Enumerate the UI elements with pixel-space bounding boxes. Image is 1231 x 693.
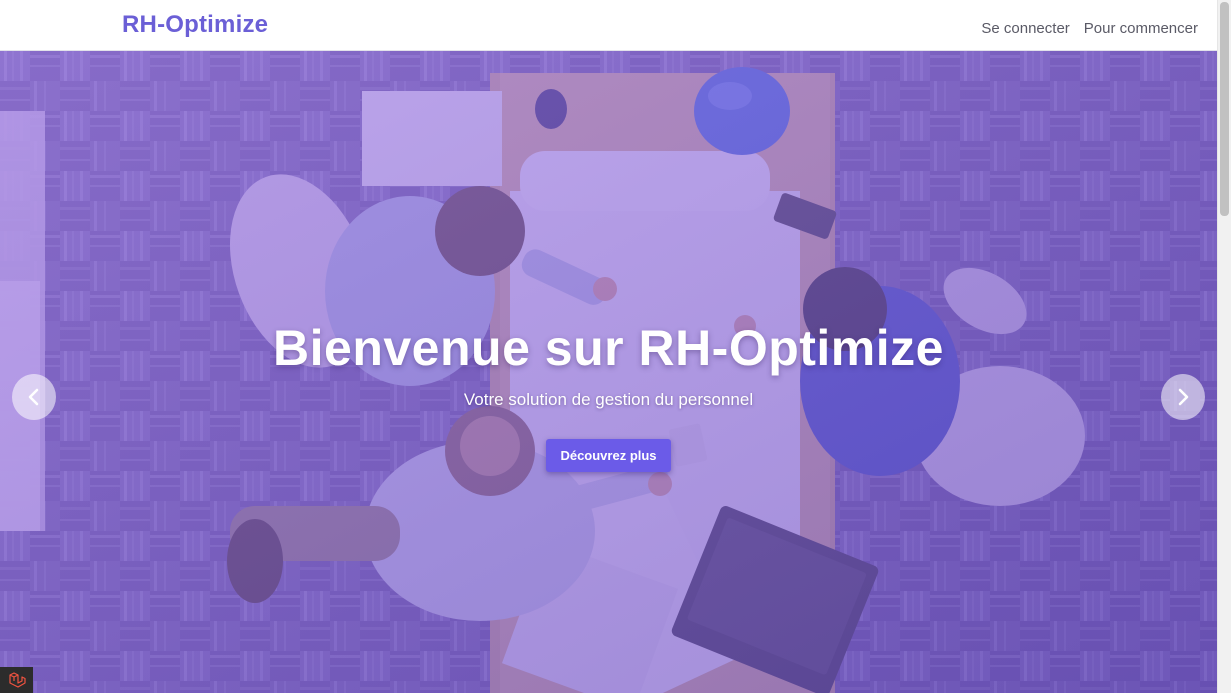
carousel-prev-button[interactable]	[12, 374, 56, 420]
laravel-icon	[8, 672, 26, 688]
chevron-left-icon	[28, 388, 39, 406]
carousel-next-button[interactable]	[1161, 374, 1205, 420]
nav-links: Se connecter Pour commencer	[981, 20, 1198, 37]
scrollbar-thumb[interactable]	[1220, 2, 1229, 216]
page-scrollbar[interactable]	[1217, 0, 1231, 693]
hero-title: Bienvenue sur RH-Optimize	[273, 320, 944, 376]
brand-logo[interactable]: RH-Optimize	[122, 11, 268, 39]
nav-register-link[interactable]: Pour commencer	[1084, 20, 1198, 37]
debugbar-toggle[interactable]	[0, 667, 33, 693]
hero-subtitle: Votre solution de gestion du personnel	[463, 390, 754, 409]
navbar: RH-Optimize Se connecter Pour commencer	[0, 0, 1217, 51]
nav-login-link[interactable]: Se connecter	[981, 20, 1069, 37]
hero-carousel: Bienvenue sur RH-Optimize Votre solution…	[0, 51, 1217, 693]
discover-more-button[interactable]: Découvrez plus	[546, 439, 671, 472]
chevron-right-icon	[1178, 388, 1189, 406]
